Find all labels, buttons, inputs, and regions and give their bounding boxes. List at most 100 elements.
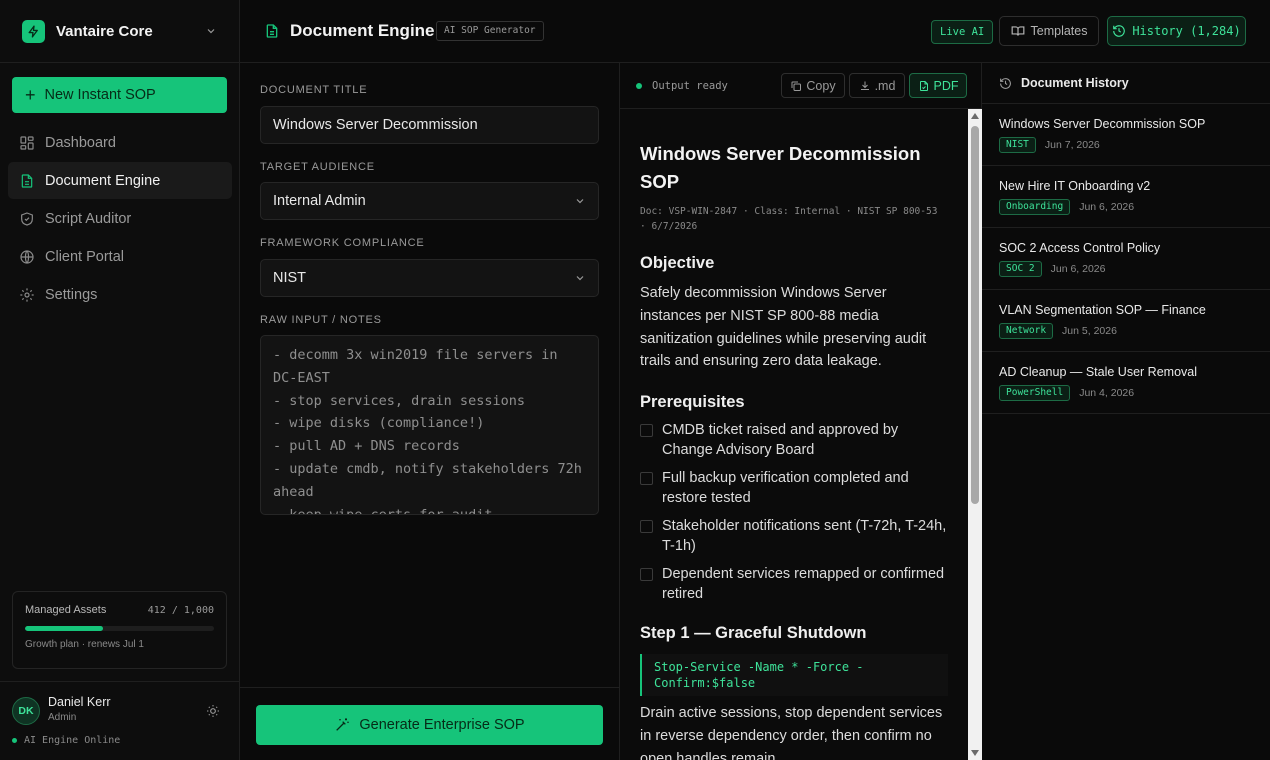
assets-progress-fill — [25, 626, 103, 631]
history-item-name: New Hire IT Onboarding v2 — [999, 179, 1151, 193]
document-title-value: Windows Server Decommission — [273, 117, 478, 133]
history-icon — [1112, 24, 1132, 38]
document-title-input[interactable]: Windows Server Decommission — [260, 106, 599, 144]
document-history-header: Document History — [982, 63, 1270, 104]
pdf-file-icon — [918, 80, 934, 92]
sidebar-item-label: Document Engine — [45, 172, 161, 189]
sidebar-item-script-auditor[interactable]: Script Auditor — [8, 200, 232, 237]
sidebar-item-label: Settings — [45, 286, 98, 303]
assets-label: Managed Assets — [25, 604, 107, 616]
bolt-icon — [22, 19, 45, 43]
sidebar-item-client-portal[interactable]: Client Portal — [8, 238, 232, 275]
target-audience-value: Internal Admin — [273, 193, 366, 209]
export-pdf-label: PDF — [933, 78, 959, 93]
framework-compliance-label: FRAMEWORK COMPLIANCE — [260, 237, 425, 249]
scroll-up-arrow-icon[interactable] — [971, 113, 979, 119]
checkbox[interactable] — [640, 568, 653, 582]
copy-icon — [790, 80, 806, 92]
templates-button[interactable]: Templates — [999, 16, 1099, 46]
step1-code-block: Stop-Service -Name * -Force -Confirm:$fa… — [640, 654, 948, 697]
scroll-down-arrow-icon[interactable] — [971, 750, 979, 756]
generate-sop-label: Generate Enterprise SOP — [359, 717, 525, 733]
form-footer: Generate Enterprise SOP — [240, 687, 619, 760]
history-item-name: SOC 2 Access Control Policy — [999, 241, 1161, 255]
history-item[interactable]: VLAN Segmentation SOP — Finance Network … — [982, 290, 1270, 352]
framework-compliance-select[interactable]: NIST — [260, 259, 599, 297]
step1-text: Drain active sessions, stop dependent se… — [640, 705, 943, 760]
ai-engine-status-text: AI Engine Online — [24, 735, 121, 746]
avatar[interactable]: DK — [12, 697, 40, 725]
generated-document: Windows Server Decommission SOP Doc: VSP… — [620, 109, 968, 760]
assets-progress-bar — [25, 626, 214, 631]
document-meta: Doc: VSP-WIN-2847 · Class: Internal · NI… — [640, 206, 938, 232]
history-item-tag: NIST — [999, 137, 1036, 153]
live-ai-badge: Live AI — [931, 20, 994, 44]
history-item[interactable]: AD Cleanup — Stale User Removal PowerShe… — [982, 352, 1270, 414]
sidebar-item-document-engine[interactable]: Document Engine — [8, 162, 232, 199]
download-md-button[interactable]: .md — [849, 73, 905, 98]
history-item[interactable]: New Hire IT Onboarding v2 Onboarding Jun… — [982, 166, 1270, 228]
managed-assets-card: Managed Assets 412 / 1,000 Growth plan ·… — [12, 591, 227, 669]
history-item-tag: Network — [999, 323, 1054, 339]
sidebar-nav: Dashboard Document Engine Script Auditor… — [8, 124, 232, 314]
workspace-switcher[interactable]: Vantaire Core — [0, 0, 239, 63]
download-icon — [859, 80, 875, 92]
history-item-name: AD Cleanup — Stale User Removal — [999, 365, 1197, 379]
page-header: Document Engine AI SOP Generator Live AI… — [240, 0, 1270, 63]
history-item-tag: SOC 2 — [999, 261, 1042, 277]
document-title-label: DOCUMENT TITLE — [260, 84, 368, 96]
target-audience-select[interactable]: Internal Admin — [260, 182, 599, 220]
brand-name: Vantaire Core — [56, 22, 153, 40]
document-icon — [264, 23, 280, 39]
copy-button[interactable]: Copy — [781, 73, 845, 98]
output-scrollbar[interactable] — [968, 109, 982, 760]
checklist-item-text: Stakeholder notifications sent (T-72h, T… — [662, 518, 947, 555]
raw-input-textarea[interactable]: - decomm 3x win2019 file servers in DC-E… — [260, 335, 599, 515]
chevron-down-icon — [574, 195, 586, 207]
dashboard-icon — [19, 135, 35, 151]
sidebar-item-dashboard[interactable]: Dashboard — [8, 124, 232, 161]
download-md-label: .md — [874, 78, 896, 93]
new-instant-sop-button[interactable]: + New Instant SOP — [12, 77, 227, 113]
checkbox[interactable] — [640, 472, 653, 486]
prerequisites-heading: Prerequisites — [640, 393, 745, 412]
generate-sop-button[interactable]: Generate Enterprise SOP — [256, 705, 603, 745]
sidebar-item-settings[interactable]: Settings — [8, 276, 232, 313]
history-item-date: Jun 4, 2026 — [1079, 387, 1135, 399]
framework-compliance-value: NIST — [273, 270, 307, 286]
chevron-down-icon — [205, 25, 217, 37]
plus-icon: + — [25, 85, 36, 105]
history-label: History (1,284) — [1132, 24, 1241, 38]
objective-text: Safely decommission Windows Server insta… — [640, 285, 927, 370]
output-toolbar: Output ready Copy .md PDF — [620, 63, 982, 109]
history-item-date: Jun 6, 2026 — [1050, 263, 1106, 275]
export-pdf-button[interactable]: PDF — [909, 73, 967, 98]
checklist-item[interactable]: Stakeholder notifications sent (T-72h, T… — [640, 516, 948, 556]
raw-input-label: RAW INPUT / NOTES — [260, 314, 382, 326]
history-item-date: Jun 6, 2026 — [1079, 201, 1135, 213]
checklist-item-text: CMDB ticket raised and approved by Chang… — [662, 422, 899, 459]
history-item[interactable]: SOC 2 Access Control Policy SOC 2 Jun 6,… — [982, 228, 1270, 290]
ai-engine-status: AI Engine Online — [12, 735, 120, 746]
book-icon — [1011, 24, 1031, 38]
checklist-item[interactable]: Full backup verification completed and r… — [640, 468, 948, 508]
templates-label: Templates — [1030, 24, 1088, 38]
theme-toggle-sun-icon[interactable] — [206, 704, 220, 718]
objective-heading: Objective — [640, 254, 715, 272]
step1-heading: Step 1 — Graceful Shutdown — [640, 624, 867, 643]
sidebar-item-label: Client Portal — [45, 248, 124, 265]
scroll-thumb[interactable] — [971, 126, 979, 504]
history-item-name: VLAN Segmentation SOP — Finance — [999, 303, 1206, 317]
history-item-name: Windows Server Decommission SOP — [999, 117, 1206, 131]
checklist-item[interactable]: CMDB ticket raised and approved by Chang… — [640, 420, 948, 460]
history-icon — [999, 77, 1021, 90]
gear-icon — [19, 287, 35, 303]
history-item[interactable]: Windows Server Decommission SOP NIST Jun… — [982, 104, 1270, 166]
document-icon — [19, 173, 35, 189]
checklist-item[interactable]: Dependent services remapped or confirmed… — [640, 564, 948, 604]
shield-icon — [19, 211, 35, 227]
assets-count: 412 / 1,000 — [147, 604, 214, 616]
checkbox[interactable] — [640, 520, 653, 534]
checkbox[interactable] — [640, 424, 653, 438]
history-button[interactable]: History (1,284) — [1107, 16, 1246, 46]
